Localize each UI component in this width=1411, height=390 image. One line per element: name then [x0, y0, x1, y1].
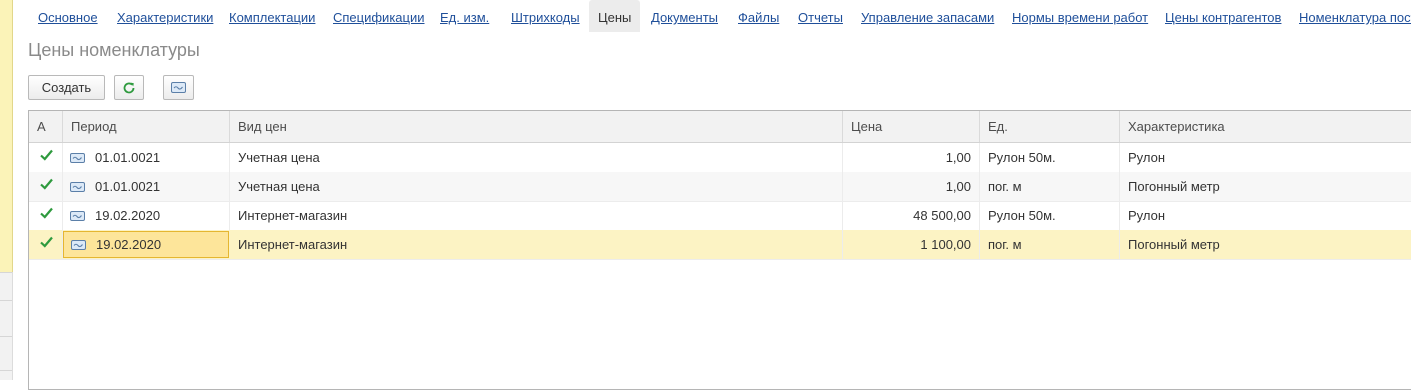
tab-reports[interactable]: Отчеты: [798, 0, 843, 32]
active-cell: [29, 143, 63, 172]
checkmark-icon: [40, 207, 53, 219]
table-row[interactable]: 19.02.2020 Интернет-магазин 48 500,00 Ру…: [29, 201, 1411, 231]
table-header: А Период Вид цен Цена Ед. Характеристика: [29, 111, 1411, 143]
record-button[interactable]: [163, 75, 194, 100]
left-panel-highlight: [0, 0, 13, 272]
period-value: 01.01.0021: [95, 179, 161, 194]
table-row-selected[interactable]: 19.02.2020 Интернет-магазин 1 100,00 пог…: [29, 230, 1411, 260]
price-cell: 48 500,00: [843, 201, 980, 230]
price-cell: 1,00: [843, 143, 980, 172]
unit-cell: Рулон 50м.: [980, 201, 1120, 230]
column-header-unit[interactable]: Ед.: [980, 111, 1120, 142]
tab-files[interactable]: Файлы: [738, 0, 779, 32]
record-icon: [71, 240, 86, 250]
period-value: 19.02.2020: [96, 237, 162, 252]
tab-supplier-nomenclature[interactable]: Номенклатура пост: [1299, 0, 1411, 32]
left-panel-strip: [0, 0, 13, 380]
active-cell: [29, 201, 63, 230]
period-cell-focused[interactable]: 19.02.2020: [63, 231, 229, 258]
unit-cell: пог. м: [980, 230, 1120, 259]
tab-barcodes[interactable]: Штрихкоды: [511, 0, 580, 32]
tab-documents[interactable]: Документы: [651, 0, 718, 32]
characteristic-cell: Погонный метр: [1128, 179, 1220, 194]
create-button[interactable]: Создать: [28, 75, 105, 100]
tab-units[interactable]: Ед. изм.: [440, 0, 489, 32]
prices-table: А Период Вид цен Цена Ед. Характеристика…: [28, 110, 1411, 390]
checkmark-icon: [40, 236, 53, 248]
tab-kits[interactable]: Комплектации: [229, 0, 315, 32]
refresh-button[interactable]: [114, 75, 144, 100]
table-row[interactable]: 01.01.0021 Учетная цена 1,00 пог. м Пого…: [29, 172, 1411, 202]
refresh-icon: [123, 82, 135, 93]
unit-cell: пог. м: [980, 172, 1120, 201]
tab-characteristics[interactable]: Характеристики: [117, 0, 213, 32]
period-value: 19.02.2020: [95, 208, 161, 223]
page-title: Цены номенклатуры: [28, 40, 200, 60]
price-cell: 1 100,00: [843, 230, 980, 259]
left-panel-divider: [0, 370, 12, 371]
tab-work-time-norms[interactable]: Нормы времени работ: [1012, 0, 1148, 32]
price-type-cell: Учетная цена: [230, 143, 843, 172]
checkmark-icon: [40, 178, 53, 190]
unit-cell: Рулон 50м.: [980, 143, 1120, 172]
checkmark-icon: [40, 149, 53, 161]
price-type-cell: Учетная цена: [230, 172, 843, 201]
characteristic-cell: Погонный метр: [1128, 237, 1220, 252]
column-header-price-type[interactable]: Вид цен: [230, 111, 843, 142]
column-header-characteristic[interactable]: Характеристика: [1120, 111, 1411, 142]
column-header-active[interactable]: А: [29, 111, 63, 142]
record-icon: [70, 182, 85, 192]
column-header-price[interactable]: Цена: [843, 111, 980, 142]
left-panel-divider: [0, 272, 12, 273]
price-type-cell: Интернет-магазин: [230, 201, 843, 230]
record-icon: [70, 153, 85, 163]
active-cell: [29, 230, 63, 259]
table-row[interactable]: 01.01.0021 Учетная цена 1,00 Рулон 50м. …: [29, 143, 1411, 173]
left-panel-divider: [0, 300, 12, 301]
period-cell: 19.02.2020: [63, 201, 230, 230]
tab-specifications[interactable]: Спецификации: [333, 0, 425, 32]
period-cell: 01.01.0021: [63, 143, 230, 172]
characteristic-cell: Рулон: [1128, 150, 1166, 165]
price-cell: 1,00: [843, 172, 980, 201]
left-panel-divider: [0, 336, 12, 337]
column-header-period[interactable]: Период: [63, 111, 230, 142]
tab-stock-management[interactable]: Управление запасами: [861, 0, 994, 32]
period-cell: 01.01.0021: [63, 172, 230, 201]
tab-counterparty-prices[interactable]: Цены контрагентов: [1165, 0, 1281, 32]
active-cell: [29, 172, 63, 201]
record-icon: [171, 82, 186, 93]
tab-prices[interactable]: Цены: [589, 0, 641, 32]
period-value: 01.01.0021: [95, 150, 161, 165]
price-type-cell: Интернет-магазин: [230, 230, 843, 259]
record-icon: [70, 211, 85, 221]
characteristic-cell: Рулон: [1128, 208, 1166, 223]
tab-main[interactable]: Основное: [38, 0, 98, 32]
